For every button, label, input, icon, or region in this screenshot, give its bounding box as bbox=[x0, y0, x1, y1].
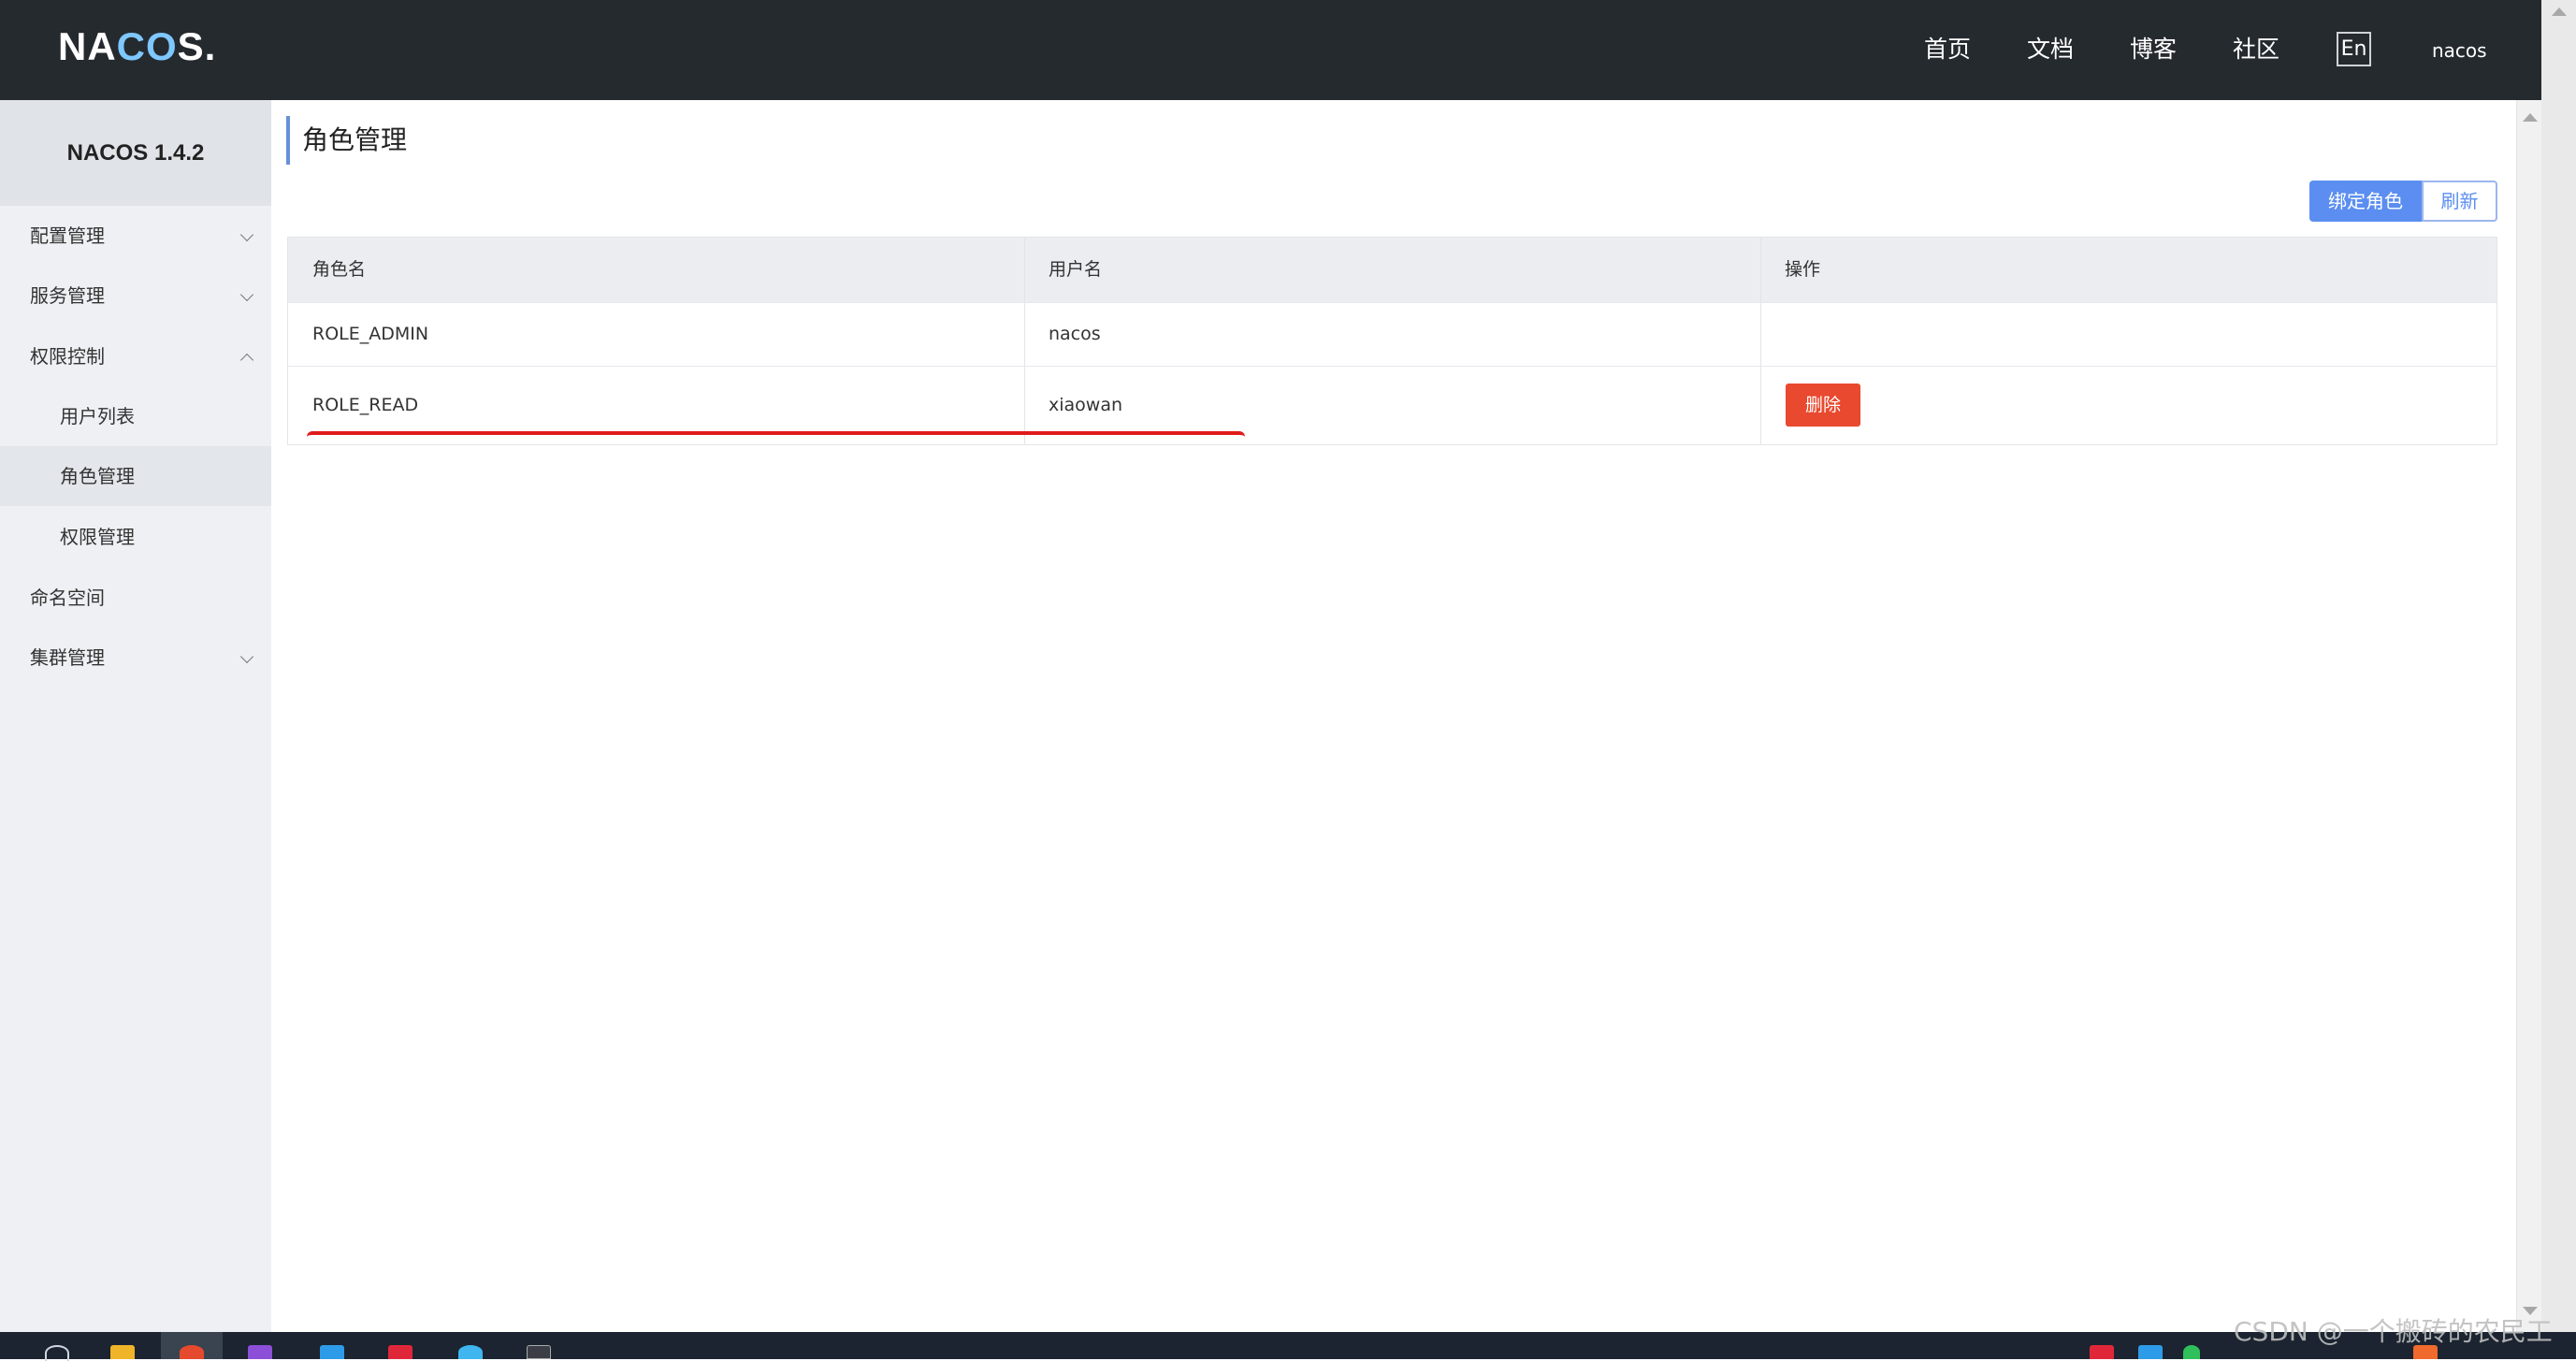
nacos-logo[interactable]: NACOS. bbox=[58, 21, 216, 73]
nav-blog[interactable]: 博客 bbox=[2130, 28, 2177, 71]
csdn-watermark: CSDN @一个搬砖的农民工 bbox=[2234, 1316, 2553, 1347]
nav-community[interactable]: 社区 bbox=[2233, 28, 2279, 71]
scroll-up-icon[interactable] bbox=[2552, 7, 2567, 16]
sidebar-item-label: 用户列表 bbox=[60, 405, 135, 427]
chevron-down-icon bbox=[239, 227, 254, 242]
file-explorer-icon[interactable] bbox=[110, 1345, 135, 1359]
terminal-icon[interactable] bbox=[527, 1345, 551, 1359]
sidebar-item-role-management[interactable]: 角色管理 bbox=[0, 446, 271, 506]
column-header-user: 用户名 bbox=[1049, 259, 1103, 280]
column-header-action: 操作 bbox=[1785, 259, 1821, 280]
scroll-up-icon[interactable] bbox=[2523, 113, 2538, 122]
bind-role-button[interactable]: 绑定角色 bbox=[2309, 181, 2422, 222]
logo-text: NACOS. bbox=[58, 24, 217, 68]
logo-accent: CO bbox=[116, 24, 178, 68]
sidebar-item-user-list[interactable]: 用户列表 bbox=[0, 386, 271, 446]
chrome-icon[interactable] bbox=[180, 1345, 204, 1359]
current-user[interactable]: nacos bbox=[2432, 32, 2487, 69]
sidebar-item-namespace[interactable]: 命名空间 bbox=[0, 568, 271, 628]
refresh-button[interactable]: 刷新 bbox=[2422, 181, 2497, 222]
column-divider bbox=[1760, 238, 1761, 444]
sidebar-item-label: 配置管理 bbox=[30, 224, 105, 247]
sidebar-item-service-management[interactable]: 服务管理 bbox=[0, 266, 271, 326]
cell-user-name: nacos bbox=[1049, 324, 1101, 344]
chevron-down-icon bbox=[239, 287, 254, 302]
table-header: 角色名 用户名 操作 bbox=[288, 238, 2496, 302]
app-icon[interactable] bbox=[320, 1345, 344, 1359]
sidebar: NACOS 1.4.2 配置管理 服务管理 权限控制 用户列表 角色管理 权限管… bbox=[0, 100, 271, 1332]
sidebar-item-label: 命名空间 bbox=[30, 586, 105, 609]
page-title: 角色管理 bbox=[302, 124, 408, 155]
wechat-icon[interactable] bbox=[2183, 1345, 2200, 1359]
sidebar-item-access-control[interactable]: 权限控制 bbox=[0, 326, 271, 386]
language-switch-button[interactable]: En bbox=[2337, 32, 2371, 66]
app-icon[interactable] bbox=[248, 1345, 272, 1359]
tray-icon[interactable] bbox=[2090, 1345, 2114, 1359]
sidebar-item-label: 角色管理 bbox=[60, 465, 135, 487]
top-navbar: NACOS. 首页 文档 博客 社区 En nacos bbox=[0, 0, 2541, 100]
role-table: 角色名 用户名 操作 ROLE_ADMIN nacos ROLE_READ xi… bbox=[287, 237, 2497, 445]
app-icon[interactable] bbox=[458, 1345, 483, 1359]
cell-role-name: ROLE_ADMIN bbox=[312, 324, 429, 344]
chevron-up-icon bbox=[239, 353, 254, 368]
sidebar-item-config-management[interactable]: 配置管理 bbox=[0, 206, 271, 266]
sidebar-item-label: 集群管理 bbox=[30, 646, 105, 669]
nav-docs[interactable]: 文档 bbox=[2027, 28, 2074, 71]
annotation-underline bbox=[307, 431, 1245, 444]
nav-home[interactable]: 首页 bbox=[1924, 28, 1971, 71]
sidebar-item-label: 服务管理 bbox=[30, 284, 105, 307]
column-header-role: 角色名 bbox=[312, 259, 367, 280]
delete-button[interactable]: 删除 bbox=[1786, 384, 1860, 427]
os-taskbar bbox=[0, 1332, 2576, 1361]
search-icon[interactable] bbox=[45, 1345, 69, 1361]
tray-icon[interactable] bbox=[2138, 1345, 2163, 1359]
window-scrollbar[interactable] bbox=[2541, 0, 2576, 1332]
content-scrollbar[interactable] bbox=[2516, 100, 2541, 1332]
sidebar-item-permission-management[interactable]: 权限管理 bbox=[0, 507, 271, 567]
sidebar-item-label: 权限控制 bbox=[30, 345, 105, 368]
title-accent-bar bbox=[286, 116, 290, 165]
chevron-down-icon bbox=[239, 649, 254, 664]
sidebar-item-cluster-management[interactable]: 集群管理 bbox=[0, 628, 271, 688]
sidebar-item-label: 权限管理 bbox=[60, 526, 135, 548]
sidebar-version-title: NACOS 1.4.2 bbox=[0, 100, 271, 206]
app-icon[interactable] bbox=[388, 1345, 412, 1359]
